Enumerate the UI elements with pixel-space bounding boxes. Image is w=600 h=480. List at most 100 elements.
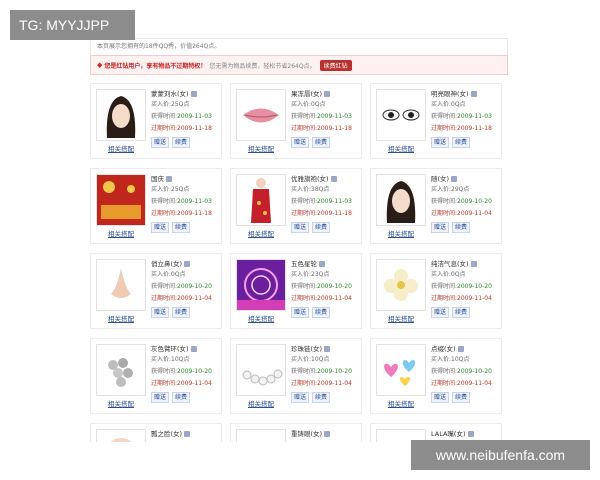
- item-card: 纯洁气息(女) 买入价:0Q点 获得时间:2009-10-20 过期时间:2009-1…: [370, 253, 502, 329]
- item-acquired: 获得时间:2009-11-03: [151, 113, 212, 120]
- item-price: 买入价:23Q点: [291, 271, 330, 278]
- item-actions: 赠送 续费: [151, 392, 191, 403]
- lips-icon[interactable]: [236, 89, 286, 141]
- trash-icon[interactable]: [451, 176, 458, 182]
- renew-button[interactable]: 续费: [452, 307, 471, 318]
- renew-red-diamond-button[interactable]: 续费红钻: [319, 59, 352, 71]
- renew-button[interactable]: 续费: [172, 222, 191, 233]
- gift-button[interactable]: 赠送: [151, 307, 170, 318]
- renew-button[interactable]: 续费: [452, 137, 471, 148]
- item-actions: 赠送 续费: [291, 137, 331, 148]
- related-match-link[interactable]: 相关搭配: [377, 398, 425, 408]
- item-name: 瓢之脸(女): [151, 428, 191, 438]
- trash-icon[interactable]: [190, 91, 197, 97]
- item-name: 明亮眼神(女): [431, 88, 477, 98]
- face-icon[interactable]: [96, 429, 146, 442]
- item-actions: 赠送 续费: [431, 392, 471, 403]
- eyes-icon[interactable]: [236, 429, 286, 442]
- trash-icon[interactable]: [457, 346, 464, 352]
- renew-button[interactable]: 续费: [172, 392, 191, 403]
- renew-button[interactable]: 续费: [312, 392, 331, 403]
- trash-icon[interactable]: [324, 431, 331, 437]
- trash-icon[interactable]: [166, 176, 172, 182]
- item-expire: 过期时间:2009-11-04: [151, 295, 212, 302]
- item-card: 珍珠链(女) 买入价:10Q点 获得时间:2009-10-20 过期时间:2009-1…: [230, 338, 362, 414]
- gift-button[interactable]: 赠送: [431, 137, 450, 148]
- related-match-link[interactable]: 相关搭配: [97, 398, 145, 408]
- armlet-icon[interactable]: [96, 344, 146, 396]
- hair-icon[interactable]: [96, 89, 146, 141]
- related-match-link[interactable]: 相关搭配: [97, 313, 145, 323]
- star-wheel-icon[interactable]: [236, 259, 286, 311]
- item-card: 国庆 买入价:25Q点 获得时间:2009-11-03 过期时间:2009-11-18…: [90, 168, 222, 244]
- qipao-icon[interactable]: [236, 174, 286, 226]
- hair-icon[interactable]: [376, 174, 426, 226]
- related-match-link[interactable]: 相关搭配: [377, 313, 425, 323]
- trash-icon[interactable]: [330, 176, 337, 182]
- trash-icon[interactable]: [470, 261, 477, 267]
- item-expire: 过期时间:2009-11-18: [291, 125, 352, 132]
- related-match-link[interactable]: 相关搭配: [237, 143, 285, 153]
- related-match-link[interactable]: 相关搭配: [237, 313, 285, 323]
- item-card: 灰色臂环(女) 买入价:10Q点 获得时间:2009-10-20 过期时间:2009-…: [90, 338, 222, 414]
- item-name: 五色星轮: [291, 258, 325, 268]
- renew-button[interactable]: 续费: [312, 137, 331, 148]
- related-match-link[interactable]: 相关搭配: [377, 143, 425, 153]
- flower-icon[interactable]: [376, 259, 426, 311]
- related-match-link[interactable]: 相关搭配: [237, 398, 285, 408]
- gift-button[interactable]: 赠送: [291, 307, 310, 318]
- gift-button[interactable]: 赠送: [431, 222, 450, 233]
- gift-button[interactable]: 赠送: [291, 222, 310, 233]
- renew-button[interactable]: 续费: [312, 222, 331, 233]
- item-name: 珍珠链(女): [291, 343, 331, 353]
- trash-icon[interactable]: [467, 431, 474, 437]
- renew-button[interactable]: 续费: [172, 307, 191, 318]
- related-match-link[interactable]: 相关搭配: [97, 228, 145, 238]
- item-card: 随(女) 买入价:29Q点 获得时间:2009-10-20 过期时间:2009-11-…: [370, 168, 502, 244]
- celebration-icon[interactable]: [96, 174, 146, 226]
- related-match-link[interactable]: 相关搭配: [97, 143, 145, 153]
- item-expire: 过期时间:2009-11-04: [291, 295, 352, 302]
- trash-icon[interactable]: [190, 346, 197, 352]
- gift-button[interactable]: 赠送: [431, 392, 450, 403]
- nose-icon[interactable]: [96, 259, 146, 311]
- gift-button[interactable]: 赠送: [291, 137, 310, 148]
- gift-button[interactable]: 赠送: [151, 137, 170, 148]
- trash-icon[interactable]: [470, 91, 477, 97]
- eyes-icon[interactable]: [376, 89, 426, 141]
- item-name: 国庆: [151, 173, 172, 183]
- gift-button[interactable]: 赠送: [431, 307, 450, 318]
- trash-icon[interactable]: [184, 431, 191, 437]
- item-actions: 赠送 续费: [151, 307, 191, 318]
- renew-button[interactable]: 续费: [452, 222, 471, 233]
- item-expire: 过期时间:2009-11-18: [151, 210, 212, 217]
- item-actions: 赠送 续费: [291, 222, 331, 233]
- gift-button[interactable]: 赠送: [291, 392, 310, 403]
- gift-button[interactable]: 赠送: [151, 222, 170, 233]
- item-actions: 赠送 续费: [431, 222, 471, 233]
- watermark: www.neibufenfa.com: [411, 440, 590, 470]
- related-match-link[interactable]: 相关搭配: [377, 228, 425, 238]
- item-acquired: 获得时间:2009-11-03: [291, 198, 352, 205]
- trash-icon[interactable]: [324, 346, 331, 352]
- item-acquired: 获得时间:2009-10-20: [291, 283, 352, 290]
- item-card: 重铸眼(女): [230, 423, 362, 442]
- item-expire: 过期时间:2009-11-04: [431, 210, 492, 217]
- trash-icon[interactable]: [319, 261, 325, 267]
- summary-text: 本页展示您拥有的18件QQ秀，价值264Q点。: [90, 38, 508, 55]
- item-acquired: 获得时间:2009-10-20: [431, 283, 492, 290]
- trash-icon[interactable]: [184, 261, 191, 267]
- related-match-link[interactable]: 相关搭配: [237, 228, 285, 238]
- item-actions: 赠送 续费: [431, 137, 471, 148]
- item-price: 买入价:10Q点: [151, 356, 190, 363]
- renew-button[interactable]: 续费: [172, 137, 191, 148]
- renew-button[interactable]: 续费: [312, 307, 331, 318]
- item-acquired: 获得时间:2009-10-20: [151, 283, 212, 290]
- pearl-icon[interactable]: [236, 344, 286, 396]
- item-price: 买入价:38Q点: [291, 186, 330, 193]
- hearts-icon[interactable]: [376, 344, 426, 396]
- item-name: 俏立鼻(女): [151, 258, 191, 268]
- gift-button[interactable]: 赠送: [151, 392, 170, 403]
- trash-icon[interactable]: [324, 91, 331, 97]
- renew-button[interactable]: 续费: [452, 392, 471, 403]
